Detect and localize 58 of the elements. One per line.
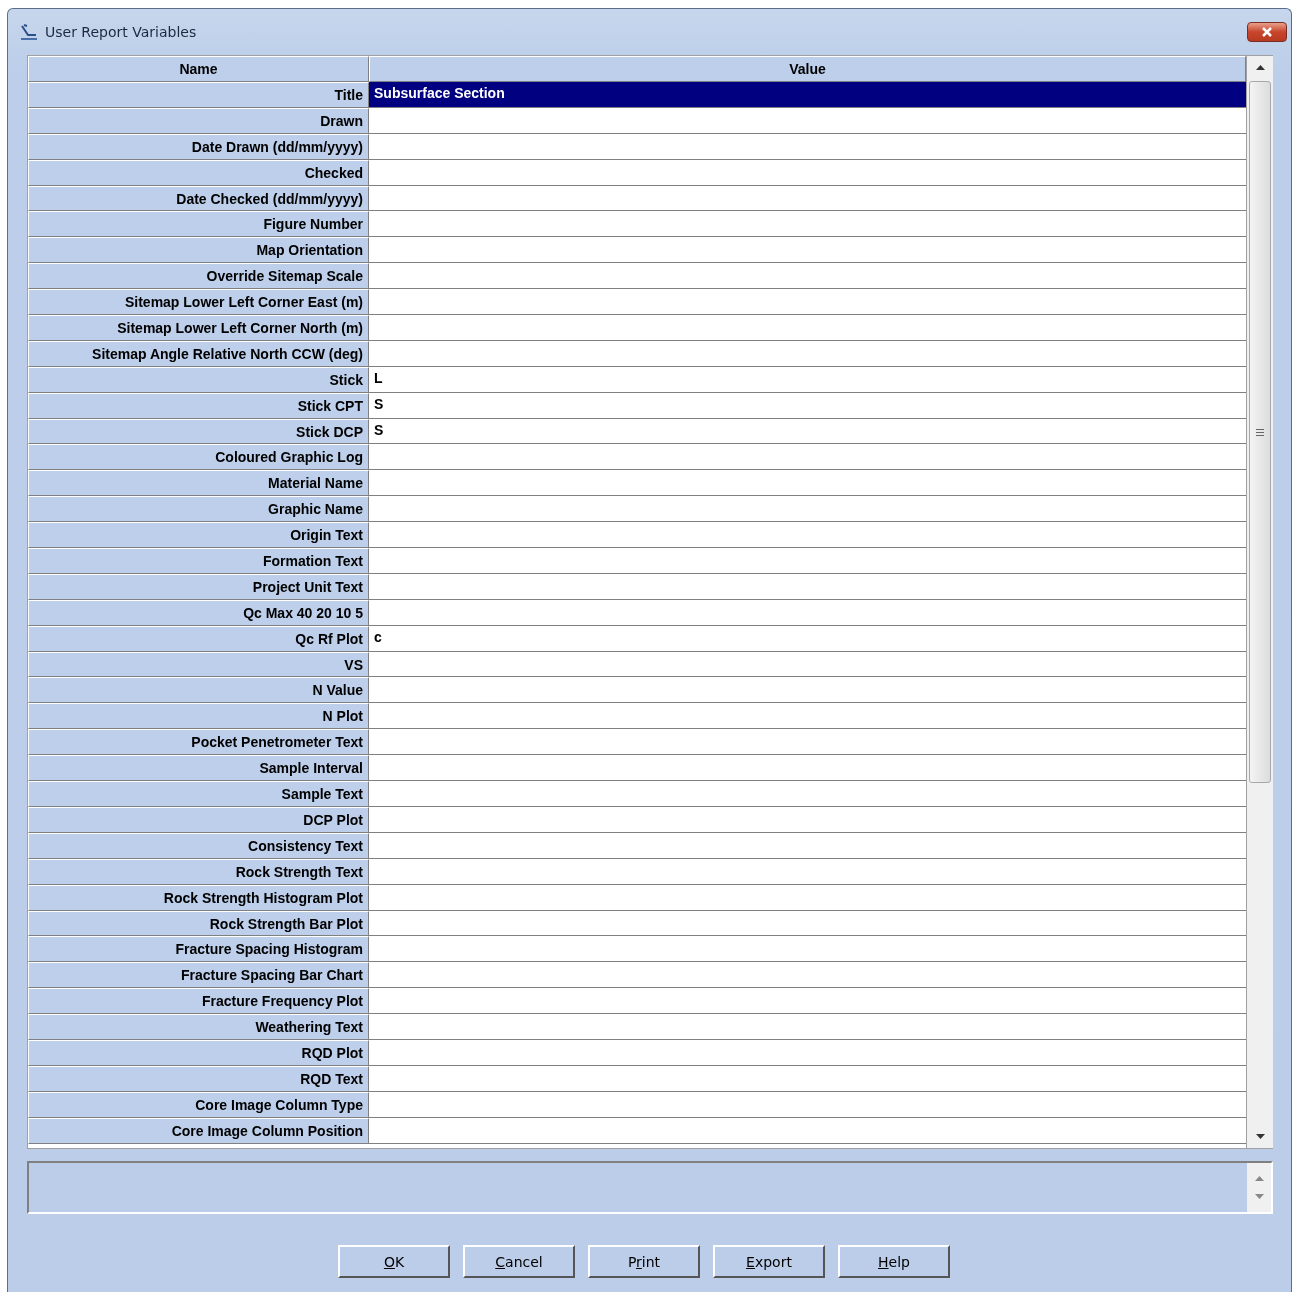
row-header[interactable]: Sitemap Lower Left Corner East (m) xyxy=(28,289,369,315)
row-header[interactable]: Coloured Graphic Log xyxy=(28,444,369,471)
row-header[interactable]: Core Image Column Position xyxy=(28,1117,369,1144)
row-header[interactable]: Consistency Text xyxy=(28,832,369,859)
row-header[interactable]: Qc Max 40 20 10 5 xyxy=(28,599,369,626)
row-header[interactable]: Sample Text xyxy=(28,781,369,807)
dialog-button[interactable]: Export xyxy=(713,1245,825,1278)
row-header[interactable]: Map Orientation xyxy=(28,237,369,264)
dialog-button[interactable]: Cancel xyxy=(463,1245,575,1278)
dialog-button[interactable]: Print xyxy=(588,1245,700,1278)
dialog-button[interactable]: OK xyxy=(338,1245,450,1278)
row-header[interactable]: Checked xyxy=(28,159,369,186)
scroll-up-icon[interactable] xyxy=(1255,65,1265,70)
app-icon xyxy=(19,23,39,41)
scroll-down-icon[interactable] xyxy=(1255,1134,1265,1139)
row-header[interactable]: Figure Number xyxy=(28,211,369,238)
row-header[interactable]: Sitemap Lower Left Corner North (m) xyxy=(28,315,369,341)
row-header[interactable]: DCP Plot xyxy=(28,806,369,833)
row-header[interactable]: Sample Interval xyxy=(28,755,369,782)
row-header[interactable]: Pocket Penetrometer Text xyxy=(28,729,369,756)
column-header[interactable]: Name xyxy=(28,56,369,82)
row-header[interactable]: Project Unit Text xyxy=(28,573,369,600)
row-header[interactable]: Graphic Name xyxy=(28,496,369,523)
scrollbar-thumb[interactable] xyxy=(1249,81,1271,783)
row-header[interactable]: Date Checked (dd/mm/yyyy) xyxy=(28,185,369,212)
row-header[interactable]: VS xyxy=(28,651,369,678)
row-header[interactable]: Drawn xyxy=(28,107,369,134)
row-header[interactable]: Rock Strength Histogram Plot xyxy=(28,884,369,911)
row-header[interactable]: Rock Strength Text xyxy=(28,858,369,885)
row-header[interactable]: Title xyxy=(28,82,369,108)
close-button[interactable] xyxy=(1247,22,1287,42)
row-header[interactable]: Override Sitemap Scale xyxy=(28,263,369,290)
row-header[interactable]: Formation Text xyxy=(28,548,369,574)
row-header[interactable]: Stick xyxy=(28,366,369,393)
window-title: User Report Variables xyxy=(45,24,197,40)
row-header[interactable]: Date Drawn (dd/mm/yyyy) xyxy=(28,133,369,160)
row-header[interactable]: N Value xyxy=(28,677,369,704)
row-header[interactable]: Fracture Spacing Bar Chart xyxy=(28,962,369,989)
row-header[interactable]: Core Image Column Type xyxy=(28,1091,369,1118)
row-header[interactable]: Stick DCP xyxy=(28,418,369,445)
row-header[interactable]: N Plot xyxy=(28,703,369,730)
row-header[interactable]: Fracture Frequency Plot xyxy=(28,988,369,1015)
row-header[interactable]: RQD Plot xyxy=(28,1039,369,1066)
row-header[interactable]: Sitemap Angle Relative North CCW (deg) xyxy=(28,340,369,367)
row-header[interactable]: Weathering Text xyxy=(28,1014,369,1040)
scrollbar[interactable] xyxy=(1246,56,1273,1148)
row-header[interactable]: RQD Text xyxy=(28,1065,369,1092)
row-header[interactable]: Origin Text xyxy=(28,522,369,549)
close-icon xyxy=(1260,27,1274,37)
row-header[interactable]: Material Name xyxy=(28,470,369,497)
row-header[interactable]: Rock Strength Bar Plot xyxy=(28,910,369,937)
grip-icon xyxy=(1256,428,1264,436)
column-header[interactable]: Value xyxy=(369,56,1246,82)
row-header[interactable]: Stick CPT xyxy=(28,392,369,419)
row-header[interactable]: Qc Rf Plot xyxy=(28,625,369,652)
dialog-button[interactable]: Help xyxy=(838,1245,950,1278)
row-header[interactable]: Fracture Spacing Histogram xyxy=(28,936,369,963)
table-cell[interactable]: Subsurface Section xyxy=(369,82,1246,108)
